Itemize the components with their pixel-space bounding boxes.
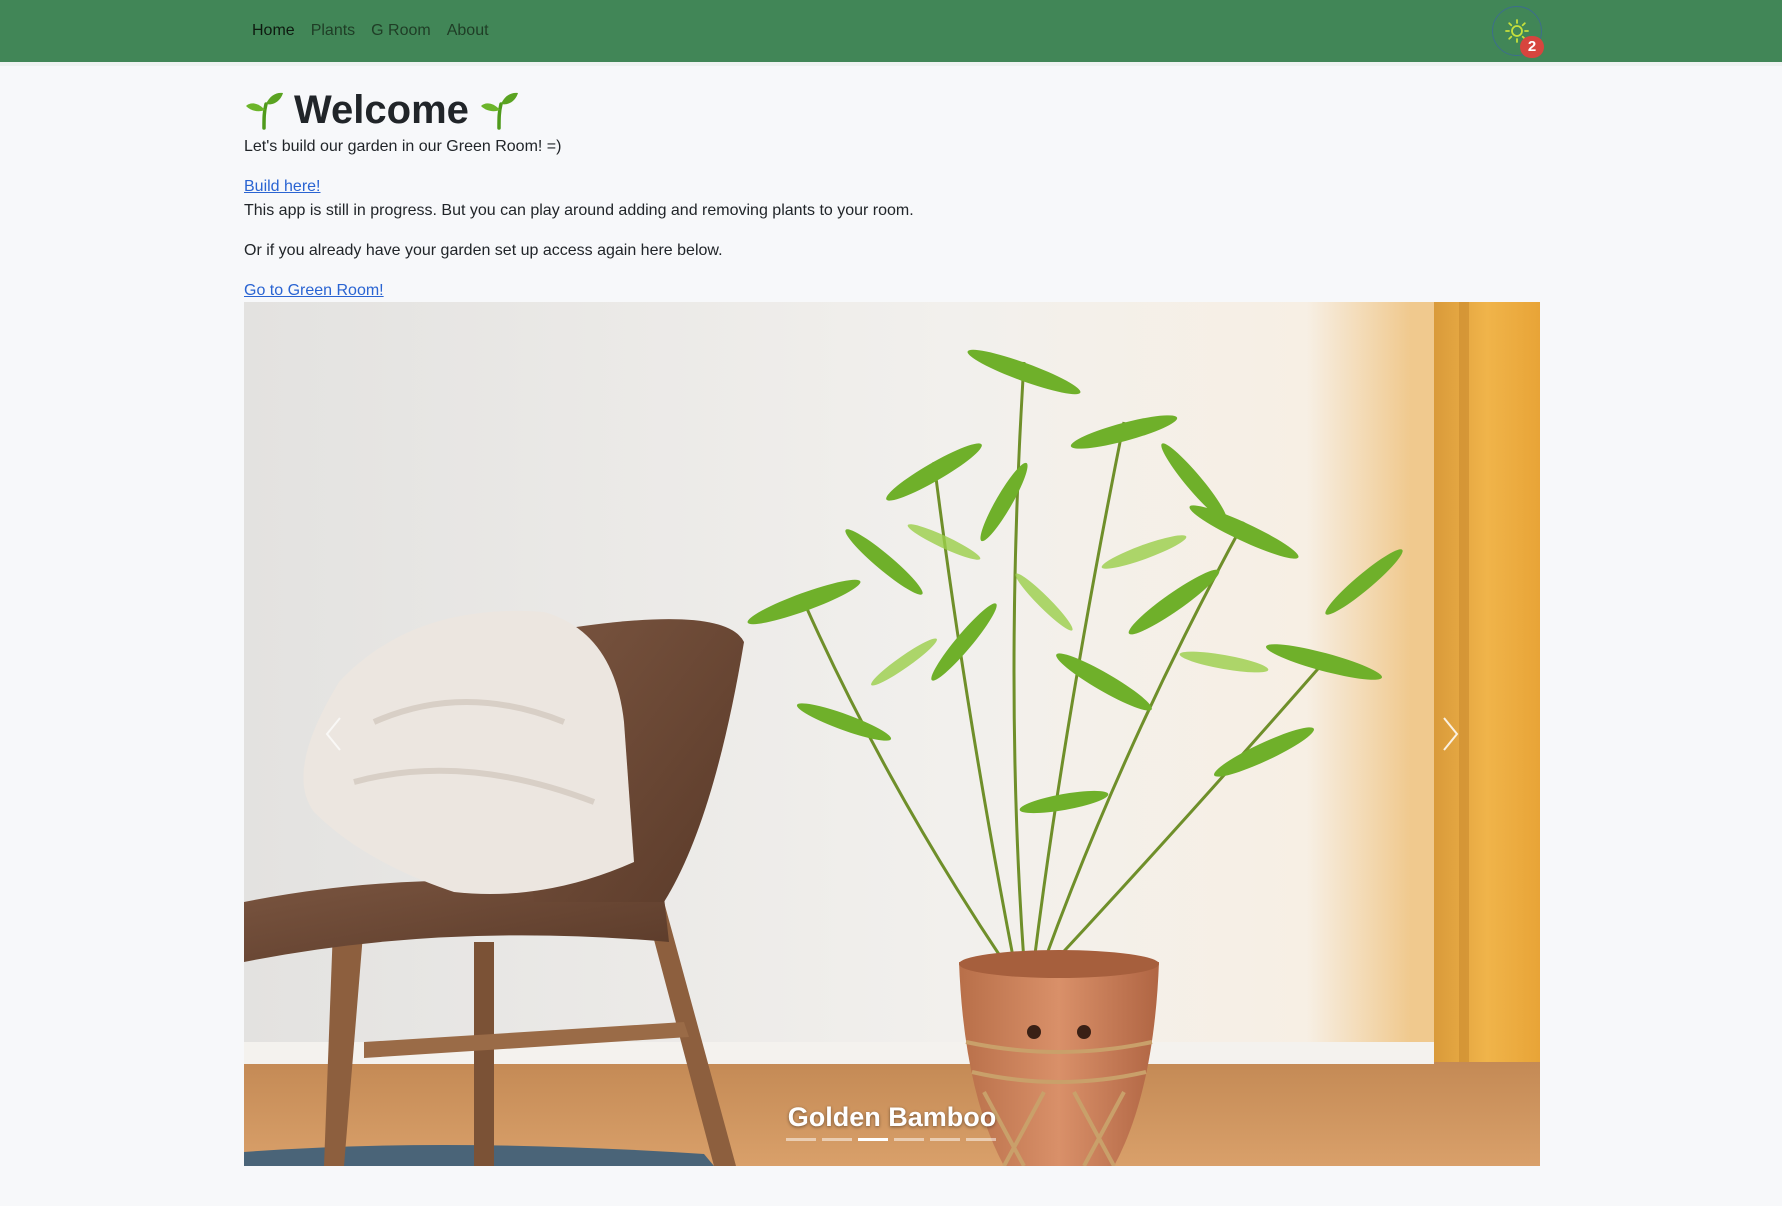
top-navbar: Home Plants G Room About 2 xyxy=(0,0,1782,66)
sprout-icon xyxy=(480,92,518,130)
chevron-right-icon xyxy=(1443,717,1459,751)
page-title: Welcome xyxy=(244,80,519,140)
go-to-green-room-link[interactable]: Go to Green Room! xyxy=(244,282,384,299)
carousel-indicator[interactable] xyxy=(786,1138,816,1141)
returning-note: Or if you already have your garden set u… xyxy=(244,242,723,259)
carousel-indicator[interactable] xyxy=(966,1138,996,1141)
carousel-indicator[interactable] xyxy=(930,1138,960,1141)
nav-link-home[interactable]: Home xyxy=(244,0,303,62)
carousel-indicator-active[interactable] xyxy=(858,1138,888,1141)
build-here-link[interactable]: Build here! xyxy=(244,178,321,195)
plant-carousel: Golden Bamboo xyxy=(244,302,1540,1166)
carousel-indicator[interactable] xyxy=(894,1138,924,1141)
nav-link-plants[interactable]: Plants xyxy=(303,0,363,62)
sprout-icon xyxy=(246,92,283,130)
chevron-left-icon xyxy=(325,717,341,751)
carousel-caption: Golden Bamboo xyxy=(787,1102,997,1132)
page-title-text: Welcome xyxy=(294,88,469,132)
nav-links: Home Plants G Room About xyxy=(244,0,497,62)
intro-text: Let's build our garden in our Green Room… xyxy=(244,138,562,155)
nav-link-about[interactable]: About xyxy=(439,0,497,62)
notification-badge: 2 xyxy=(1520,36,1544,58)
carousel-slide-image xyxy=(244,302,1540,1166)
carousel-next-button[interactable] xyxy=(1430,702,1470,766)
carousel-prev-button[interactable] xyxy=(314,702,354,766)
carousel-indicators xyxy=(786,1138,996,1141)
progress-note: This app is still in progress. But you c… xyxy=(244,202,914,219)
nav-link-g-room[interactable]: G Room xyxy=(363,0,439,62)
carousel-indicator[interactable] xyxy=(822,1138,852,1141)
